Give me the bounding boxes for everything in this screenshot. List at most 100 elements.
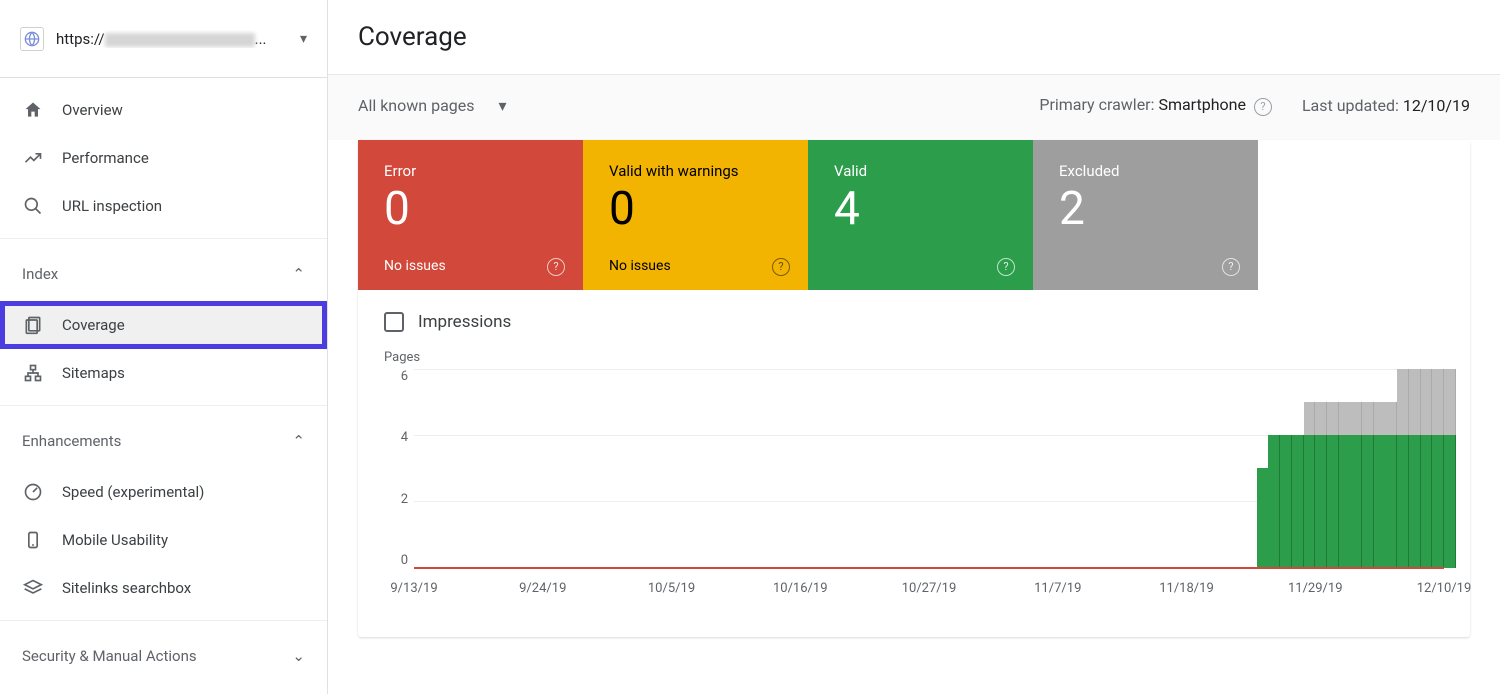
x-tick: 11/29/19	[1288, 581, 1343, 596]
toolbar: All known pages ▾ Primary crawler: Smart…	[328, 75, 1500, 140]
bar-valid[interactable]	[1268, 435, 1280, 568]
gauge-icon	[22, 482, 44, 502]
sidebar-item-label: Performance	[62, 149, 149, 167]
status-tiles: Error 0 No issues ? Valid with warnings …	[358, 140, 1470, 290]
bar-valid[interactable]	[1409, 435, 1421, 568]
bar-valid[interactable]	[1444, 435, 1456, 568]
tile-error[interactable]: Error 0 No issues ?	[358, 140, 583, 290]
sidebar-item-label: Coverage	[62, 316, 125, 334]
bar-valid[interactable]	[1385, 435, 1397, 568]
globe-icon	[20, 27, 44, 51]
zero-line	[414, 567, 1444, 569]
help-icon[interactable]: ?	[547, 258, 565, 276]
sidebar-section-index[interactable]: Index ⌃	[0, 247, 327, 301]
bar-valid[interactable]	[1432, 435, 1444, 568]
section-label: Security & Manual Actions	[22, 647, 197, 665]
bar-valid[interactable]	[1292, 435, 1304, 568]
bar-valid[interactable]	[1397, 435, 1409, 568]
bar-valid[interactable]	[1374, 435, 1386, 568]
sidebar-item-coverage[interactable]: Coverage	[0, 301, 327, 349]
tile-value: 2	[1059, 186, 1232, 232]
sidebar-item-label: Sitelinks searchbox	[62, 579, 191, 597]
sidebar-item-sitemaps[interactable]: Sitemaps	[0, 349, 327, 397]
chevron-up-icon: ⌃	[292, 265, 305, 283]
filter-label: All known pages	[358, 96, 475, 115]
y-tick: 4	[401, 430, 408, 445]
x-tick: 12/10/19	[1417, 581, 1472, 596]
bar-valid[interactable]	[1362, 435, 1374, 568]
updated-label: Last updated:	[1302, 96, 1403, 115]
x-tick: 9/13/19	[390, 581, 437, 596]
tile-sub: No issues	[384, 258, 557, 274]
coverage-chart: Pages 6 4 2 0 9/13/199/2	[358, 342, 1470, 637]
main-content: Coverage All known pages ▾ Primary crawl…	[328, 0, 1500, 694]
tile-label: Valid with warnings	[609, 162, 782, 180]
tile-valid-with-warnings[interactable]: Valid with warnings 0 No issues ?	[583, 140, 808, 290]
x-tick: 11/18/19	[1159, 581, 1214, 596]
sidebar-item-label: Speed (experimental)	[62, 483, 204, 501]
checkbox-icon[interactable]	[384, 312, 404, 332]
bar-valid[interactable]	[1257, 468, 1269, 568]
help-icon[interactable]: ?	[772, 258, 790, 276]
bar-valid[interactable]	[1421, 435, 1433, 568]
chevron-down-icon: ⌄	[292, 647, 305, 665]
bar-valid[interactable]	[1327, 435, 1339, 568]
sidebar-item-mobile-usability[interactable]: Mobile Usability	[0, 516, 327, 564]
help-icon[interactable]: ?	[1254, 98, 1272, 116]
sidebar-item-speed[interactable]: Speed (experimental)	[0, 468, 327, 516]
sidebar-item-overview[interactable]: Overview	[0, 86, 327, 134]
section-label: Index	[22, 265, 58, 283]
property-url: https://...	[56, 30, 288, 48]
sidebar: https://... ▾ Overview Performance URL i…	[0, 0, 328, 694]
y-tick: 0	[401, 553, 408, 568]
tile-valid[interactable]: Valid 4 ?	[808, 140, 1033, 290]
tile-label: Valid	[834, 162, 1007, 180]
crawler-value: Smartphone	[1158, 95, 1246, 114]
sidebar-section-enhancements[interactable]: Enhancements ⌃	[0, 414, 327, 468]
sidebar-item-url-inspection[interactable]: URL inspection	[0, 182, 327, 230]
bar-valid[interactable]	[1339, 435, 1351, 568]
y-axis: 6 4 2 0	[384, 369, 408, 569]
impressions-toggle[interactable]: Impressions	[358, 290, 1470, 342]
sidebar-item-sitelinks[interactable]: Sitelinks searchbox	[0, 564, 327, 612]
tile-value: 0	[384, 186, 557, 232]
trend-icon	[22, 148, 44, 168]
tile-label: Error	[384, 162, 557, 180]
caret-down-icon: ▾	[300, 31, 307, 47]
x-axis: 9/13/199/24/1910/5/1910/16/1910/27/1911/…	[414, 575, 1444, 609]
bar-valid[interactable]	[1315, 435, 1327, 568]
chevron-up-icon: ⌃	[292, 432, 305, 450]
tile-excluded[interactable]: Excluded 2 ?	[1033, 140, 1258, 290]
sidebar-item-label: Mobile Usability	[62, 531, 168, 549]
mobile-icon	[22, 530, 44, 550]
bar-valid[interactable]	[1304, 435, 1316, 568]
page-title: Coverage	[328, 0, 1500, 75]
sidebar-item-label: Sitemaps	[62, 364, 125, 382]
tile-label: Excluded	[1059, 162, 1232, 180]
sidebar-item-label: Overview	[62, 101, 123, 119]
help-icon[interactable]: ?	[997, 258, 1015, 276]
chart-ylabel: Pages	[384, 350, 1444, 365]
x-tick: 10/16/19	[773, 581, 828, 596]
property-selector[interactable]: https://... ▾	[0, 0, 327, 78]
plot-area	[414, 369, 1444, 569]
bar-valid[interactable]	[1350, 435, 1362, 568]
sitemap-icon	[22, 363, 44, 383]
sidebar-section-security[interactable]: Security & Manual Actions ⌄	[0, 629, 327, 683]
y-tick: 6	[401, 369, 408, 384]
primary-crawler: Primary crawler: Smartphone ?	[1039, 95, 1272, 116]
section-label: Enhancements	[22, 432, 121, 450]
tile-value: 0	[609, 186, 782, 232]
page-filter-dropdown[interactable]: All known pages ▾	[358, 96, 507, 115]
x-tick: 10/27/19	[902, 581, 957, 596]
sidebar-item-label: URL inspection	[62, 197, 162, 215]
sidebar-item-performance[interactable]: Performance	[0, 134, 327, 182]
help-icon[interactable]: ?	[1222, 258, 1240, 276]
crawler-label: Primary crawler:	[1039, 95, 1158, 114]
x-tick: 9/24/19	[519, 581, 566, 596]
bar-valid[interactable]	[1280, 435, 1292, 568]
layers-icon	[22, 578, 44, 598]
home-icon	[22, 100, 44, 120]
x-tick: 11/7/19	[1034, 581, 1081, 596]
pages-icon	[22, 315, 44, 335]
